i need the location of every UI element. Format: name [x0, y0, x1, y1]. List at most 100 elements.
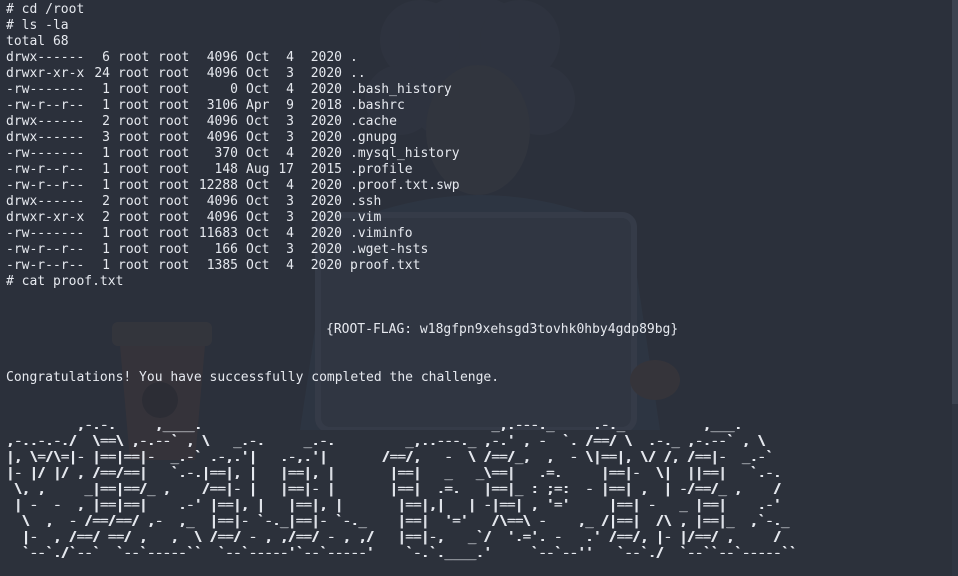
listing-day: 3	[286, 210, 294, 225]
banner-line: ,-..-.-./ \==\ ,-.--` , \ _.-. _.-. _,..…	[6, 434, 774, 449]
listing-size: 11683	[198, 226, 238, 241]
listing-day: 3	[286, 114, 294, 129]
listing-perm: drwx------	[6, 114, 85, 129]
listing-name: .bashrc	[350, 98, 405, 113]
listing-links: 6	[102, 50, 110, 65]
banner-line: |- |/ |/ , /==/==| `.-.|==|, | |==|, | |…	[6, 466, 789, 481]
listing-row: -rw------- 1 root root 370 Oct 4 2020 .mysql_his…	[6, 146, 950, 162]
listing-links: 1	[102, 146, 110, 161]
listing-owner: root	[118, 242, 150, 257]
root-flag: {ROOT-FLAG: w18gfpn9xehsgd3tovhk0hby4gdp…	[326, 322, 679, 337]
listing-month: Oct	[246, 114, 270, 129]
listing-year: 2020	[310, 146, 342, 161]
listing-row: drwx------ 3 root root 4096 Oct 3 2020 .gnupg	[6, 130, 950, 146]
listing-group: root	[158, 146, 190, 161]
listing-size: 4096	[206, 194, 238, 209]
listing-perm: -rw-------	[6, 226, 85, 241]
listing-day: 3	[286, 242, 294, 257]
listing-owner: root	[118, 162, 150, 177]
listing-name: .proof.txt.swp	[350, 178, 460, 193]
listing-group: root	[158, 130, 190, 145]
listing-group: root	[158, 162, 190, 177]
listing-size: 370	[214, 146, 238, 161]
listing-month: Oct	[246, 226, 270, 241]
listing-owner: root	[118, 66, 150, 81]
listing-size: 4096	[206, 114, 238, 129]
listing-owner: root	[118, 178, 150, 193]
command-cd: # cd /root	[6, 2, 85, 17]
listing-row: -rw-r--r-- 1 root root 148 Aug 17 2015 .profile	[6, 162, 950, 178]
listing-month: Oct	[246, 82, 270, 97]
ls-listing: drwx------ 6 root root 4096 Oct 4 2020. drwxr-xr…	[6, 50, 950, 274]
listing-group: root	[158, 178, 190, 193]
listing-owner: root	[118, 146, 150, 161]
listing-day: 4	[286, 226, 294, 241]
listing-perm: -rw-r--r--	[6, 98, 85, 113]
command-ls: # ls -la	[6, 18, 69, 33]
banner-line: |, \=/\=|- |==|==|- _.-` .-,.'| .-,.'| /…	[6, 450, 781, 465]
terminal-output: # cd /root # ls -la total 68 drwx------ 6…	[6, 2, 950, 562]
scrollbar-thumb[interactable]	[952, 0, 958, 404]
listing-day: 4	[286, 178, 294, 193]
banner-line: | - - , |==|==| .-' |==|, | |==|, | |==|…	[6, 498, 797, 513]
listing-name: .viminfo	[350, 226, 413, 241]
listing-name: .gnupg	[350, 130, 397, 145]
listing-name: .bash_history	[350, 82, 452, 97]
listing-name: .cache	[350, 114, 397, 129]
listing-size: 4096	[206, 50, 238, 65]
listing-perm: drwx------	[6, 130, 85, 145]
listing-owner: root	[118, 210, 150, 225]
listing-owner: root	[118, 98, 150, 113]
listing-month: Oct	[246, 50, 270, 65]
listing-day: 3	[286, 66, 294, 81]
listing-year: 2020	[310, 210, 342, 225]
listing-size: 4096	[206, 210, 238, 225]
listing-row: drwxr-xr-x 24 root root 4096 Oct 3 2020..	[6, 66, 950, 82]
listing-row: drwxr-xr-x 2 root root 4096 Oct 3 2020 .vim	[6, 210, 950, 226]
listing-size: 3106	[206, 98, 238, 113]
banner-line: \, , _|==|==/_ , /==|- | |==|- | |==| .=…	[6, 482, 789, 497]
listing-year: 2015	[310, 162, 342, 177]
listing-day: 4	[286, 82, 294, 97]
listing-month: Aug	[246, 162, 270, 177]
listing-name: .wget-hsts	[350, 242, 429, 257]
listing-perm: -rw-------	[6, 82, 85, 97]
listing-links: 24	[94, 66, 110, 81]
listing-group: root	[158, 114, 190, 129]
listing-links: 1	[102, 82, 110, 97]
listing-links: 2	[102, 210, 110, 225]
listing-year: 2020	[310, 66, 342, 81]
congratulations-message: Congratulations! You have successfully c…	[6, 370, 500, 385]
listing-group: root	[158, 242, 190, 257]
listing-owner: root	[118, 114, 150, 129]
listing-year: 2020	[310, 82, 342, 97]
listing-name: .	[350, 50, 358, 65]
listing-owner: root	[118, 258, 150, 273]
listing-links: 1	[102, 162, 110, 177]
listing-row: drwx------ 6 root root 4096 Oct 4 2020.	[6, 50, 950, 66]
listing-links: 1	[102, 178, 110, 193]
listing-month: Oct	[246, 130, 270, 145]
listing-perm: drwxr-xr-x	[6, 210, 85, 225]
listing-year: 2020	[310, 194, 342, 209]
listing-group: root	[158, 98, 190, 113]
listing-perm: -rw-------	[6, 146, 85, 161]
listing-name: ..	[350, 66, 366, 81]
listing-year: 2020	[310, 50, 342, 65]
listing-row: -rw------- 1 root root 0 Oct 4 2020 .bash_histor…	[6, 82, 950, 98]
listing-name: .vim	[350, 210, 382, 225]
listing-group: root	[158, 210, 190, 225]
listing-owner: root	[118, 82, 150, 97]
listing-name: proof.txt	[350, 258, 421, 273]
listing-perm: drwxr-xr-x	[6, 66, 85, 81]
listing-size: 12288	[198, 178, 238, 193]
listing-size: 166	[214, 242, 238, 257]
listing-name: .profile	[350, 162, 413, 177]
listing-day: 4	[286, 50, 294, 65]
listing-month: Oct	[246, 194, 270, 209]
listing-group: root	[158, 82, 190, 97]
listing-group: root	[158, 194, 190, 209]
listing-year: 2020	[310, 242, 342, 257]
listing-day: 4	[286, 258, 294, 273]
listing-day: 4	[286, 146, 294, 161]
